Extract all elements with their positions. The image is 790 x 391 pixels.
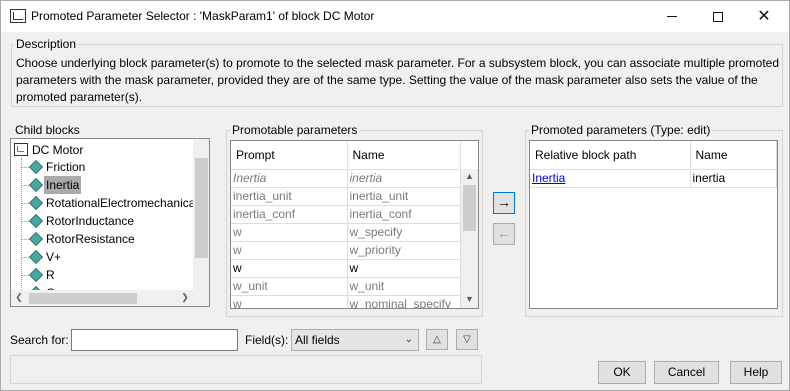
search-input[interactable] [71, 329, 238, 351]
scrollbar-thumb[interactable] [195, 158, 208, 258]
tree-item-rotational-electromechanical[interactable]: RotationalElectromechanica [46, 194, 195, 212]
block-icon [28, 213, 44, 229]
simulink-app-icon [10, 9, 26, 23]
tree-item-rotor-inductance[interactable]: RotorInductance [46, 212, 134, 230]
name-cell: inertia [347, 169, 461, 188]
tree-item-friction[interactable]: Friction [46, 158, 85, 176]
name-cell: w_nominal_specify [347, 295, 461, 308]
table-row[interactable]: inertia_unit inertia_unit [231, 187, 461, 206]
close-icon: ✕ [757, 8, 771, 25]
prompt-cell: w [231, 259, 348, 278]
search-up-button[interactable]: △ [426, 329, 448, 350]
promotable-parameters-table[interactable]: Prompt Name Inertia inertia inertia_unit… [230, 140, 479, 309]
column-header-name[interactable]: Name [347, 141, 461, 170]
description-label: Description [14, 37, 79, 51]
promoted-parameters-table[interactable]: Relative block path Name Inertia inertia [529, 140, 778, 309]
name-cell: inertia [690, 169, 777, 188]
promoted-parameters-label: Promoted parameters (Type: edit) [529, 123, 713, 137]
block-icon [28, 159, 44, 175]
relative-path-link[interactable]: Inertia [532, 171, 565, 185]
prompt-cell: w_unit [231, 277, 348, 296]
arrow-left-icon: ← [497, 225, 511, 241]
table-row[interactable]: w_unit w_unit [231, 277, 461, 296]
prompt-cell: inertia_unit [231, 187, 348, 206]
column-header-name[interactable]: Name [690, 141, 777, 170]
table-row[interactable]: inertia_conf inertia_conf [231, 205, 461, 224]
scroll-right-icon[interactable]: ❯ [177, 292, 193, 303]
table-row[interactable]: w w_priority [231, 241, 461, 260]
tree-horizontal-scrollbar[interactable]: ❮ ❯ [11, 290, 209, 306]
name-cell: inertia_unit [347, 187, 461, 206]
scroll-left-icon[interactable]: ❮ [11, 292, 27, 303]
scroll-up-icon[interactable]: ▲ [461, 171, 478, 181]
column-header-relative-block-path[interactable]: Relative block path [530, 141, 691, 170]
column-header-prompt[interactable]: Prompt [231, 141, 348, 170]
table-row[interactable]: w w [231, 259, 461, 278]
search-label: Search for: [10, 333, 69, 347]
promotable-parameters-label: Promotable parameters [230, 123, 360, 137]
chevron-down-icon: ▽ [463, 334, 471, 345]
table-row[interactable]: Inertia inertia [231, 169, 461, 188]
chevron-down-icon: ⌄ [404, 334, 413, 345]
search-down-button[interactable]: ▽ [456, 329, 478, 350]
help-button[interactable]: Help [730, 361, 782, 384]
minimize-icon [667, 16, 677, 18]
prompt-cell: w [231, 241, 348, 260]
tree-item-rotor-resistance[interactable]: RotorResistance [46, 230, 135, 248]
fields-dropdown-value: All fields [295, 333, 340, 347]
name-cell: inertia_conf [347, 205, 461, 224]
name-cell: w_priority [347, 241, 461, 260]
tree-vertical-scrollbar[interactable] [193, 139, 209, 290]
title-bar: Promoted Parameter Selector : 'MaskParam… [1, 1, 789, 32]
arrow-right-icon: → [497, 194, 511, 210]
name-cell: w_specify [347, 223, 461, 242]
subsystem-icon [14, 143, 28, 156]
table-row[interactable]: w w_specify [231, 223, 461, 242]
status-area [10, 355, 482, 384]
scrollbar-thumb[interactable] [463, 185, 476, 231]
close-button[interactable]: ✕ [741, 1, 787, 32]
table-vertical-scrollbar[interactable]: ▲ ▼ [461, 169, 478, 308]
minimize-button[interactable] [649, 1, 695, 32]
cancel-button[interactable]: Cancel [654, 361, 719, 384]
scroll-down-icon[interactable]: ▼ [461, 294, 478, 304]
maximize-icon [713, 11, 723, 22]
table-row[interactable]: Inertia inertia [530, 169, 777, 188]
tree-item-r[interactable]: R [46, 266, 55, 284]
name-cell: w_unit [347, 277, 461, 296]
block-icon [28, 267, 44, 283]
child-blocks-tree[interactable]: DC Motor Friction Inertia RotationalElec… [10, 138, 210, 307]
block-icon [28, 231, 44, 247]
fields-dropdown[interactable]: All fields ⌄ [291, 329, 419, 351]
promote-parameter-button[interactable]: → [493, 192, 515, 214]
dialog-window: Promoted Parameter Selector : 'MaskParam… [0, 0, 790, 391]
chevron-up-icon: △ [433, 334, 441, 345]
window-title: Promoted Parameter Selector : 'MaskParam… [31, 9, 375, 23]
block-icon [28, 195, 44, 211]
block-icon [28, 177, 44, 193]
tree-item-inertia[interactable]: Inertia [44, 176, 82, 194]
name-cell: w [347, 259, 461, 278]
table-row[interactable]: w w_nominal_specify [231, 295, 461, 308]
ok-button[interactable]: OK [598, 361, 646, 384]
child-blocks-label: Child blocks [13, 123, 82, 137]
tree-root-dc-motor[interactable]: DC Motor [32, 141, 83, 159]
prompt-cell: w [231, 295, 348, 308]
maximize-button[interactable] [695, 1, 741, 32]
tree-item-v-plus[interactable]: V+ [46, 248, 61, 266]
fields-label: Field(s): [245, 333, 289, 347]
description-text: Choose underlying block parameter(s) to … [16, 56, 780, 104]
prompt-cell: Inertia [231, 169, 348, 188]
relative-path-cell: Inertia [530, 169, 691, 188]
scrollbar-thumb[interactable] [29, 293, 137, 304]
prompt-cell: w [231, 223, 348, 242]
prompt-cell: inertia_conf [231, 205, 348, 224]
block-icon [28, 249, 44, 265]
remove-promoted-button[interactable]: ← [493, 223, 515, 245]
